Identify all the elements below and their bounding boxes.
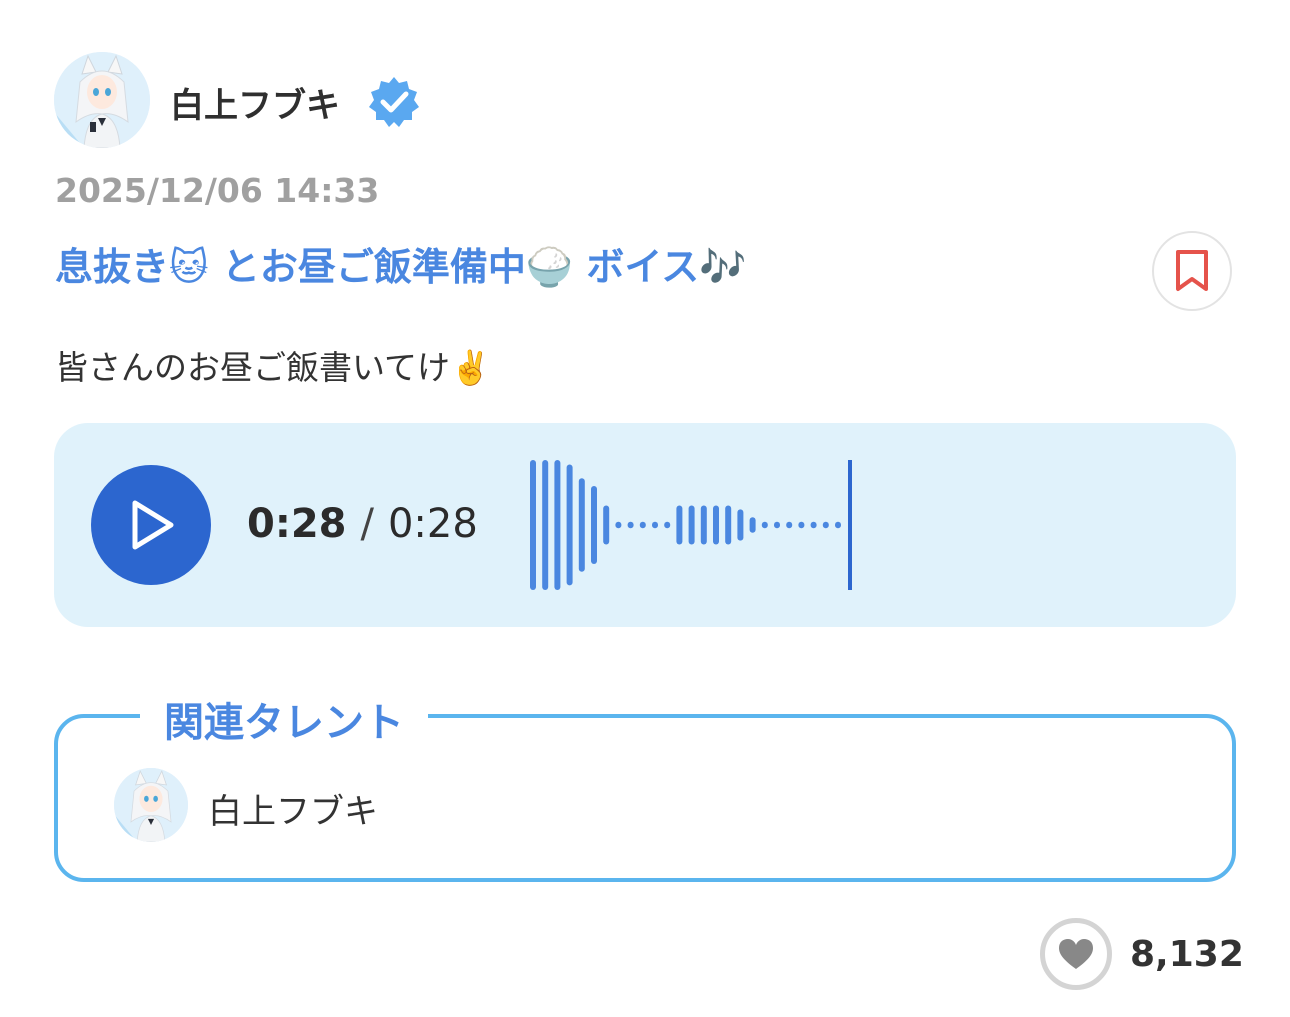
play-icon	[132, 500, 174, 550]
character-avatar-icon	[54, 52, 150, 148]
waveform-bar	[688, 505, 695, 545]
related-talent-name[interactable]: 白上フブキ	[208, 784, 378, 833]
waveform-playhead[interactable]	[848, 460, 852, 590]
waveform-bar	[822, 521, 829, 529]
post-body: 皆さんのお昼ご飯書いてけ✌️	[55, 348, 492, 387]
waveform-bar	[530, 460, 536, 590]
time-separator: /	[360, 501, 374, 547]
waveform-bar	[639, 521, 646, 529]
waveform-bar	[786, 521, 793, 529]
duration: 0:28	[387, 501, 478, 547]
waveform-bar	[566, 464, 573, 586]
waveform-bar	[713, 505, 719, 545]
waveform-bar	[652, 521, 658, 529]
bookmark-button[interactable]	[1152, 231, 1232, 311]
author-avatar[interactable]	[54, 52, 150, 148]
post-title: 息抜き🐱 とお昼ご飯準備中🍚 ボイス🎶	[55, 245, 747, 289]
waveform-bar	[761, 521, 768, 529]
related-talents-heading: 関連タレント	[140, 690, 428, 748]
waveform-bar	[615, 521, 622, 529]
waveform-bar	[774, 521, 780, 529]
verified-badge-icon	[369, 77, 419, 127]
waveform-bar	[664, 521, 671, 529]
waveform-bar	[749, 517, 756, 533]
related-talent-avatar[interactable]	[114, 768, 188, 842]
waveform-bar	[798, 521, 805, 529]
heart-icon	[1059, 939, 1093, 969]
waveform-bar	[810, 521, 817, 529]
waveform-bar	[591, 486, 597, 564]
related-talents-box: 関連タレント 白上フブキ	[54, 690, 1236, 882]
audio-waveform[interactable]	[528, 460, 878, 590]
waveform-bar	[700, 505, 707, 545]
waveform-bar	[542, 460, 549, 590]
author-name[interactable]: 白上フブキ	[170, 78, 340, 127]
like-button[interactable]	[1040, 918, 1112, 990]
waveform-bar	[578, 478, 585, 572]
character-avatar-icon	[114, 768, 188, 842]
current-time: 0:28	[247, 501, 347, 547]
post-date: 2025/12/06 14:33	[55, 171, 380, 210]
play-button[interactable]	[91, 465, 211, 585]
waveform-bar	[835, 521, 841, 529]
waveform-bar	[725, 505, 732, 545]
like-count: 8,132	[1130, 934, 1244, 975]
waveform-bar	[676, 505, 683, 545]
waveform-bar	[554, 460, 561, 590]
voice-player: 0:28 / 0:28	[54, 423, 1236, 627]
waveform-bar	[627, 521, 634, 529]
waveform-bar	[737, 509, 744, 541]
playback-time: 0:28 / 0:28	[247, 501, 478, 547]
bookmark-icon	[1176, 250, 1208, 291]
waveform-bar	[603, 505, 610, 545]
